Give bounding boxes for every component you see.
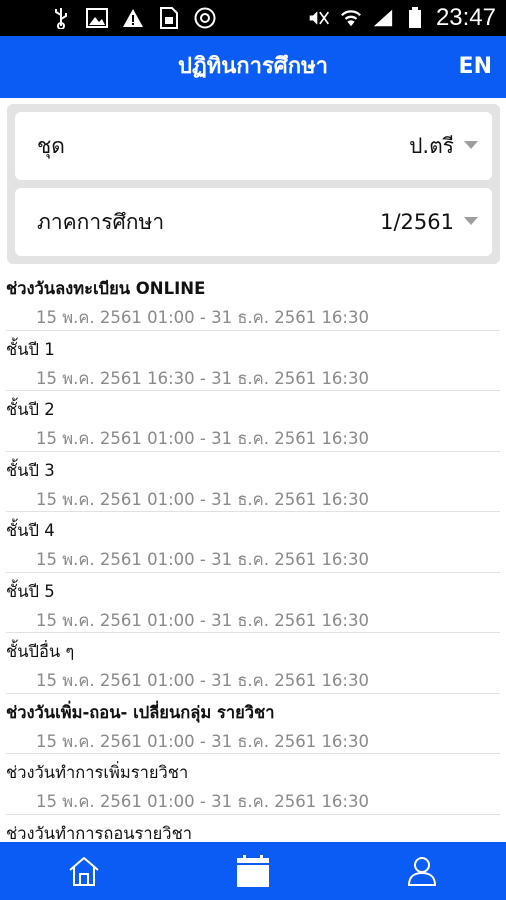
list-item: ชั้นปีอื่น ๆ 15 พ.ค. 2561 01:00 - 31 ธ.ค… (6, 633, 500, 694)
item-date-range: 15 พ.ค. 2561 01:00 - 31 ธ.ค. 2561 16:30 (36, 429, 369, 448)
app-bar: ปฏิทินการศึกษา EN (0, 36, 506, 98)
nav-calendar-button[interactable] (169, 842, 338, 900)
notification-icons (50, 6, 216, 30)
system-icons: 23:47 (308, 4, 496, 31)
signal-icon (372, 7, 394, 29)
item-date-range: 15 พ.ค. 2561 16:30 - 31 ธ.ค. 2561 16:30 (36, 368, 369, 388)
list-item: ชั้นปี 3 15 พ.ค. 2561 01:00 - 31 ธ.ค. 25… (6, 452, 500, 512)
list-item: ช่วงวันเพิ่ม-ถอน- เปลี่ยนกลุ่ม รายวิชา 1… (6, 694, 500, 754)
filter-panel: ชุด ป.ตรี ภาคการศึกษา 1/2561 (7, 104, 500, 264)
page-title: ปฏิทินการศึกษา (178, 54, 328, 79)
item-title: ช่วงวันเพิ่ม-ถอน- เปลี่ยนกลุ่ม รายวิชา (6, 702, 275, 722)
program-selector[interactable]: ชุด ป.ตรี (15, 112, 492, 180)
program-label: ชุด (37, 134, 65, 158)
list-item: ชั้นปี 4 15 พ.ค. 2561 01:00 - 31 ธ.ค. 25… (6, 512, 500, 573)
list-item: ชั้นปี 5 15 พ.ค. 2561 01:00 - 31 ธ.ค. 25… (6, 573, 500, 633)
language-toggle-button[interactable]: EN (459, 36, 492, 98)
dropdown-arrow-icon (464, 141, 478, 149)
home-icon (69, 857, 99, 886)
chrome-icon (194, 7, 216, 29)
item-title: ชั้นปี 3 (6, 460, 55, 480)
item-title: ชั้นปี 1 (6, 339, 55, 359)
dropdown-arrow-icon (464, 217, 478, 225)
item-date-range: 15 พ.ค. 2561 01:00 - 31 ธ.ค. 2561 16:30 (36, 489, 369, 509)
item-date-range: 15 พ.ค. 2561 01:00 - 31 ธ.ค. 2561 16:30 (36, 792, 369, 811)
mute-icon (308, 7, 330, 29)
semester-value: 1/2561 (380, 210, 454, 234)
list-item: ชั้นปี 1 15 พ.ค. 2561 16:30 - 31 ธ.ค. 25… (6, 331, 500, 391)
item-date-range: 15 พ.ค. 2561 01:00 - 31 ธ.ค. 2561 16:30 (36, 731, 369, 751)
schedule-list[interactable]: ช่วงวันลงทะเบียน ONLINE 15 พ.ค. 2561 01:… (0, 270, 506, 842)
item-date-range: 15 พ.ค. 2561 01:00 - 31 ธ.ค. 2561 16:30 (36, 308, 369, 327)
program-value: ป.ตรี (409, 134, 454, 158)
list-item: ช่วงวันทำการถอนรายวิชา (6, 815, 500, 843)
item-date-range: 15 พ.ค. 2561 01:00 - 31 ธ.ค. 2561 16:30 (36, 671, 369, 690)
list-item: ชั้นปี 2 15 พ.ค. 2561 01:00 - 31 ธ.ค. 25… (6, 391, 500, 452)
list-item: ช่วงวันทำการเพิ่มรายวิชา 15 พ.ค. 2561 01… (6, 754, 500, 815)
profile-icon (407, 857, 436, 886)
item-title: ชั้นปีอื่น ๆ (6, 642, 75, 661)
list-item: ช่วงวันลงทะเบียน ONLINE 15 พ.ค. 2561 01:… (6, 270, 500, 331)
item-title: ชั้นปี 5 (6, 581, 55, 601)
clock: 23:47 (435, 4, 496, 31)
battery-icon (404, 7, 426, 29)
semester-selector[interactable]: ภาคการศึกษา 1/2561 (15, 188, 492, 256)
item-title: ช่วงวันทำการเพิ่มรายวิชา (6, 763, 189, 782)
nav-profile-button[interactable] (337, 842, 506, 900)
wifi-icon (340, 7, 362, 29)
item-date-range: 15 พ.ค. 2561 01:00 - 31 ธ.ค. 2561 16:30 (36, 550, 369, 569)
item-title: ชั้นปี 2 (6, 400, 55, 419)
status-bar: 23:47 (0, 0, 506, 36)
sim-icon (158, 7, 180, 29)
semester-label: ภาคการศึกษา (37, 210, 165, 234)
item-title: ช่วงวันลงทะเบียน ONLINE (6, 279, 206, 298)
item-title: ช่วงวันทำการถอนรายวิชา (6, 823, 193, 843)
item-title: ชั้นปี 4 (6, 521, 55, 540)
usb-icon (50, 7, 72, 29)
image-icon (86, 7, 108, 29)
calendar-icon (237, 855, 269, 887)
item-date-range: 15 พ.ค. 2561 01:00 - 31 ธ.ค. 2561 16:30 (36, 610, 369, 630)
bottom-nav (0, 842, 506, 900)
nav-home-button[interactable] (0, 842, 169, 900)
warning-icon (122, 7, 144, 29)
